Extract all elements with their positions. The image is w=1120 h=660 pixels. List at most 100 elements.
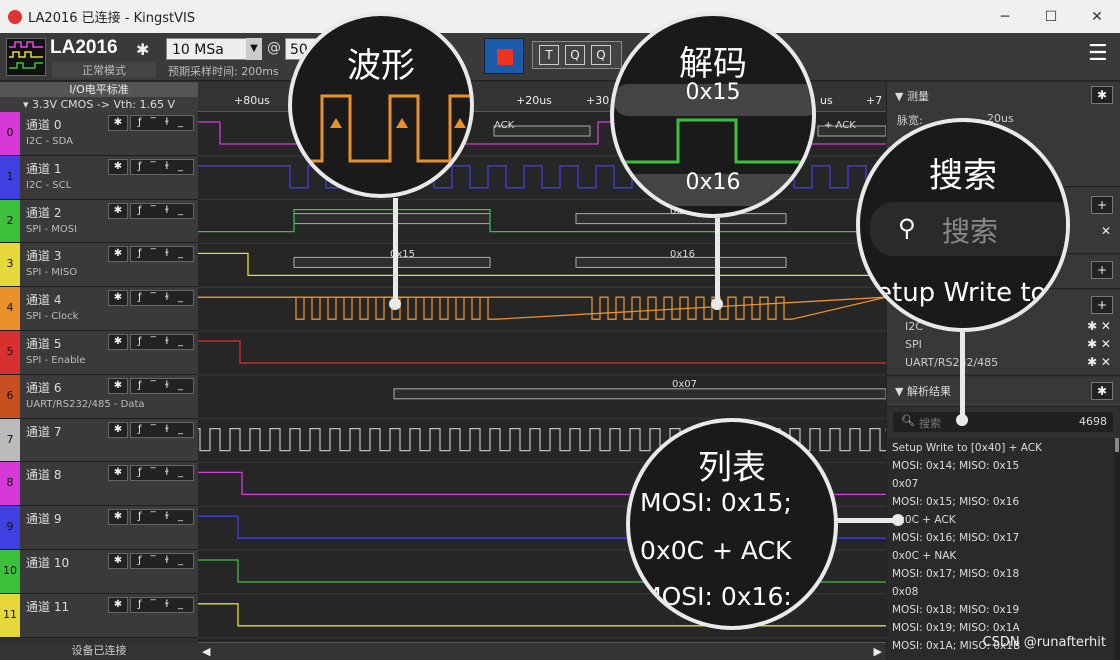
- channel-name[interactable]: 通道 5: [26, 335, 61, 352]
- search-icon: ⚲: [898, 214, 916, 242]
- results-section-header: ▼ 解析结果 ✱: [887, 377, 1120, 407]
- channel-settings-gear-icon[interactable]: ✱: [108, 246, 128, 263]
- channel-edge-trigger-icons[interactable]: ƒ ‾ ɫ _: [130, 421, 194, 438]
- channel-row[interactable]: 1 通道 1 I2C - SCL ✱ ƒ ‾ ɫ _: [0, 155, 198, 200]
- result-item[interactable]: MOSI: 0x16; MISO: 0x17: [892, 532, 1019, 544]
- analyzer-spi[interactable]: SPI: [905, 338, 922, 351]
- channel-edge-trigger-icons[interactable]: ƒ ‾ ɫ _: [130, 290, 194, 307]
- maximize-button[interactable]: ☐: [1028, 0, 1074, 33]
- channel-edge-trigger-icons[interactable]: ƒ ‾ ɫ _: [130, 509, 194, 526]
- results-list[interactable]: Setup Write to [0x40] + ACK MOSI: 0x14; M…: [887, 438, 1115, 660]
- channel-row[interactable]: 2 通道 2 SPI - MOSI ✱ ƒ ‾ ɫ _: [0, 199, 198, 244]
- channel-row[interactable]: 3 通道 3 SPI - MISO ✱ ƒ ‾ ɫ _: [0, 243, 198, 288]
- close-icon[interactable]: ✕: [1101, 224, 1111, 238]
- channel-settings-gear-icon[interactable]: ✱: [108, 290, 128, 307]
- channel-name[interactable]: 通道 3: [26, 247, 61, 264]
- channel-settings-gear-icon[interactable]: ✱: [108, 596, 128, 613]
- measure-title[interactable]: ▼ 测量: [887, 82, 1120, 104]
- channel-name[interactable]: 通道 9: [26, 510, 61, 527]
- analyzer-settings-icon[interactable]: ✱ ✕: [1087, 337, 1111, 351]
- device-settings-gear-icon[interactable]: ✱: [136, 40, 156, 60]
- channel-edge-trigger-icons[interactable]: ƒ ‾ ɫ _: [130, 333, 194, 350]
- channel-settings-gear-icon[interactable]: ✱: [108, 377, 128, 394]
- channel-edge-trigger-icons[interactable]: ƒ ‾ ɫ _: [130, 596, 194, 613]
- channel-row[interactable]: 6 通道 6 UART/RS232/485 - Data ✱ ƒ ‾ ɫ _: [0, 374, 198, 419]
- result-item[interactable]: Setup Write to [0x40] + ACK: [892, 442, 1042, 454]
- result-item[interactable]: MOSI: 0x18; MISO: 0x19: [892, 604, 1019, 616]
- zoom-fit-icon[interactable]: Q: [565, 45, 585, 65]
- device-name[interactable]: LA2016: [50, 37, 118, 59]
- result-item[interactable]: MOSI: 0x19; MISO: 0x1A: [892, 622, 1020, 634]
- channel-settings-gear-icon[interactable]: ✱: [108, 202, 128, 219]
- callout-stem-dot: [711, 298, 723, 310]
- channel-settings-gear-icon[interactable]: ✱: [108, 552, 128, 569]
- minimize-button[interactable]: ─: [982, 0, 1028, 33]
- result-item[interactable]: 0x07: [892, 478, 918, 490]
- channel-settings-gear-icon[interactable]: ✱: [108, 465, 128, 482]
- measure-settings-gear-icon[interactable]: ✱: [1091, 86, 1113, 104]
- stop-button[interactable]: [484, 38, 524, 74]
- channel-edge-trigger-icons[interactable]: ƒ ‾ ɫ _: [130, 552, 194, 569]
- channel-row[interactable]: 9 通道 9 ✱ ƒ ‾ ɫ _: [0, 506, 198, 550]
- zoom-out-icon[interactable]: Q: [591, 45, 611, 65]
- hamburger-menu-icon[interactable]: ☰: [1088, 43, 1110, 65]
- channel-row[interactable]: 11 通道 11 ✱ ƒ ‾ ɫ _: [0, 593, 198, 638]
- chevron-down-icon[interactable]: ▼: [246, 38, 262, 60]
- result-item[interactable]: 0x0C + NAK: [892, 550, 956, 562]
- channel-name[interactable]: 通道 1: [26, 160, 61, 177]
- channel-edge-trigger-icons[interactable]: ƒ ‾ ɫ _: [130, 202, 194, 219]
- channel-row[interactable]: 10 通道 10 ✱ ƒ ‾ ɫ _: [0, 549, 198, 594]
- channel-row[interactable]: 0 通道 0 I2C - SDA ✱ ƒ ‾ ɫ _: [0, 112, 198, 156]
- channel-edge-trigger-icons[interactable]: ƒ ‾ ɫ _: [130, 377, 194, 394]
- channel-settings-gear-icon[interactable]: ✱: [108, 158, 128, 175]
- app-logo-icon: [8, 9, 22, 24]
- channel-protocol: UART/RS232/485 - Data: [26, 398, 145, 410]
- horizontal-scrollbar[interactable]: ◀ ▶: [198, 642, 886, 660]
- decode-callout: 解码 0x15 0x16: [610, 12, 816, 218]
- channel-settings-gear-icon[interactable]: ✱: [108, 333, 128, 350]
- channel-edge-trigger-icons[interactable]: ƒ ‾ ɫ _: [130, 465, 194, 482]
- channel-edge-trigger-icons[interactable]: ƒ ‾ ɫ _: [130, 115, 194, 131]
- scroll-left-icon[interactable]: ◀: [202, 645, 210, 658]
- callout-stem: [960, 332, 965, 418]
- results-search-input[interactable]: 🔍︎ 搜索 4698: [893, 412, 1113, 432]
- analyzer-uart[interactable]: UART/RS232/485: [905, 356, 998, 369]
- channel-settings-gear-icon[interactable]: ✱: [108, 509, 128, 526]
- channel-edge-trigger-icons[interactable]: ƒ ‾ ɫ _: [130, 246, 194, 263]
- add-marker-icon[interactable]: +: [1091, 196, 1113, 214]
- analyzer-settings-icon[interactable]: ✱ ✕: [1087, 355, 1111, 369]
- results-scrollbar[interactable]: [1114, 438, 1120, 660]
- channel-name[interactable]: 通道 11: [26, 598, 69, 615]
- channel-name[interactable]: 通道 10: [26, 554, 69, 571]
- channel-row[interactable]: 5 通道 5 SPI - Enable ✱ ƒ ‾ ɫ _: [0, 330, 198, 375]
- channel-name[interactable]: 通道 8: [26, 466, 61, 483]
- channel-name[interactable]: 通道 0: [26, 116, 61, 133]
- result-item[interactable]: MOSI: 0x15; MISO: 0x16: [892, 496, 1019, 508]
- add-trigger-icon[interactable]: +: [1091, 261, 1113, 279]
- analyzer-settings-icon[interactable]: ✱ ✕: [1087, 319, 1111, 333]
- channel-row[interactable]: 8 通道 8 ✱ ƒ ‾ ɫ _: [0, 462, 198, 507]
- scroll-right-icon[interactable]: ▶: [874, 645, 882, 658]
- channel-number: 6: [6, 388, 14, 402]
- io-level-select[interactable]: ▾ 3.3V CMOS -> Vth: 1.65 V: [0, 97, 198, 112]
- channel-name[interactable]: 通道 7: [26, 423, 61, 440]
- channel-row[interactable]: 4 通道 4 SPI - Clock ✱ ƒ ‾ ɫ _: [0, 287, 198, 331]
- result-item[interactable]: MOSI: 0x17; MISO: 0x18: [892, 568, 1019, 580]
- text-tool-icon[interactable]: T: [539, 45, 559, 65]
- channel-settings-gear-icon[interactable]: ✱: [108, 115, 128, 131]
- results-title[interactable]: ▼ 解析结果: [887, 377, 1120, 399]
- device-waveform-icon[interactable]: [6, 38, 46, 76]
- device-mode[interactable]: 正常模式: [52, 62, 156, 78]
- channel-settings-gear-icon[interactable]: ✱: [108, 421, 128, 438]
- callout-stem-dot: [389, 298, 401, 310]
- results-settings-gear-icon[interactable]: ✱: [1091, 382, 1113, 400]
- channel-name[interactable]: 通道 6: [26, 379, 61, 396]
- channel-row[interactable]: 7 通道 7 ✱ ƒ ‾ ɫ _: [0, 418, 198, 463]
- channel-name[interactable]: 通道 4: [26, 291, 61, 308]
- result-item[interactable]: 0x08: [892, 586, 918, 598]
- result-item[interactable]: MOSI: 0x14; MISO: 0x15: [892, 460, 1019, 472]
- add-analyzer-icon[interactable]: +: [1091, 296, 1113, 314]
- channel-name[interactable]: 通道 2: [26, 204, 61, 221]
- channel-edge-trigger-icons[interactable]: ƒ ‾ ɫ _: [130, 158, 194, 175]
- close-button[interactable]: ✕: [1074, 0, 1120, 33]
